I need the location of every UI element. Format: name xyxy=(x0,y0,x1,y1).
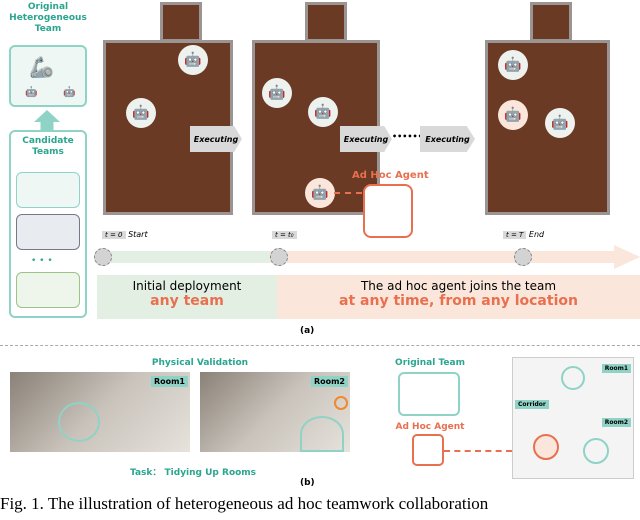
dots: •••••• xyxy=(392,132,423,141)
candidate-team-option[interactable] xyxy=(16,172,80,208)
executing-arrow: Executing xyxy=(420,126,475,152)
timeline-join: t = t₀ xyxy=(272,230,297,239)
original-team-box-b xyxy=(398,372,460,416)
ad-hoc-map-marker xyxy=(533,434,559,460)
ad-hoc-agent-label: Ad Hoc Agent xyxy=(352,170,429,181)
floor-plan-join-top xyxy=(305,2,347,42)
timeline-start: t = 0 Start xyxy=(102,230,148,239)
physical-validation-label: Physical Validation xyxy=(151,358,249,368)
room1-tag: Room1 xyxy=(150,376,188,387)
map-panel: Room1 Corridor Room2 xyxy=(512,357,634,479)
arrow-dashed xyxy=(444,450,512,452)
candidate-teams-label: Candidate Teams xyxy=(22,136,74,157)
robot-icon: 🤖 xyxy=(63,87,76,98)
ad-hoc-agent-box xyxy=(363,184,413,238)
robot-icon: 🤖 xyxy=(262,78,292,108)
original-team-box: 🦾 🤖 🤖 xyxy=(9,45,87,107)
robot-icon: 🤖 xyxy=(498,50,528,80)
map-room2-tag: Room2 xyxy=(601,418,631,427)
ad-hoc-join-panel: The ad hoc agent joins the team at any t… xyxy=(277,275,640,319)
ad-hoc-robot-icon: 🤖 xyxy=(498,100,528,130)
ad-hoc-agent-box-b xyxy=(412,434,444,466)
executing-arrow: Executing xyxy=(340,126,392,152)
figure-caption: Fig. 1. The illustration of heterogeneou… xyxy=(0,494,489,513)
timeline-bar-initial xyxy=(100,251,280,263)
executing-arrow: Executing xyxy=(190,126,242,152)
up-arrow-icon xyxy=(34,110,60,130)
robot-highlight xyxy=(300,416,344,452)
ad-hoc-robot-icon: 🤖 xyxy=(305,178,335,208)
ellipsis: • • • xyxy=(31,256,53,266)
room2-tag: Room2 xyxy=(310,376,348,387)
robot-map-marker xyxy=(583,438,609,464)
robot-icon: 🤖 xyxy=(308,97,338,127)
timeline-node xyxy=(514,248,532,266)
map-corridor-tag: Corridor xyxy=(515,400,549,409)
timeline-end: t = T End xyxy=(503,230,544,239)
initial-deployment-text: Initial deployment xyxy=(132,279,242,293)
joins-text: The ad hoc agent joins the team xyxy=(360,279,557,293)
initial-deployment-panel: Initial deployment any team xyxy=(97,275,277,319)
robot-map-marker xyxy=(561,366,585,390)
caption-b: (b) xyxy=(300,478,315,488)
robot-icon: 🤖 xyxy=(25,87,38,98)
any-team-text: any team xyxy=(150,293,224,309)
room1-photo: Room1 xyxy=(10,372,190,452)
timeline-arrow xyxy=(270,245,640,269)
timeline-node xyxy=(270,248,288,266)
map-room1-tag: Room1 xyxy=(601,364,631,373)
original-team-label: Original Heterogeneous Team xyxy=(9,2,87,34)
robot-icon: 🤖 xyxy=(178,45,208,75)
caption-a: (a) xyxy=(300,326,315,336)
robot-icon: 🤖 xyxy=(126,98,156,128)
room2-photo: Room2 xyxy=(200,372,350,452)
divider xyxy=(0,345,640,346)
arrow-dashed xyxy=(334,192,362,194)
ad-hoc-agent-label-b: Ad Hoc Agent xyxy=(395,422,465,432)
original-team-label-b: Original Team xyxy=(395,358,465,368)
robot-icon: 🤖 xyxy=(545,108,575,138)
task-label: Task： Tidying Up Rooms xyxy=(130,468,257,478)
floor-plan-end-top xyxy=(530,2,572,42)
ad-hoc-highlight xyxy=(334,396,348,410)
candidate-teams-box: Candidate Teams • • • xyxy=(9,130,87,318)
candidate-team-option[interactable] xyxy=(16,214,80,250)
robot-arm-icon: 🦾 xyxy=(29,55,54,79)
timeline-node xyxy=(94,248,112,266)
any-time-text: at any time, from any location xyxy=(339,293,578,309)
candidate-team-option[interactable] xyxy=(16,272,80,308)
robot-highlight xyxy=(58,402,100,442)
floor-plan-start-top xyxy=(160,2,202,42)
